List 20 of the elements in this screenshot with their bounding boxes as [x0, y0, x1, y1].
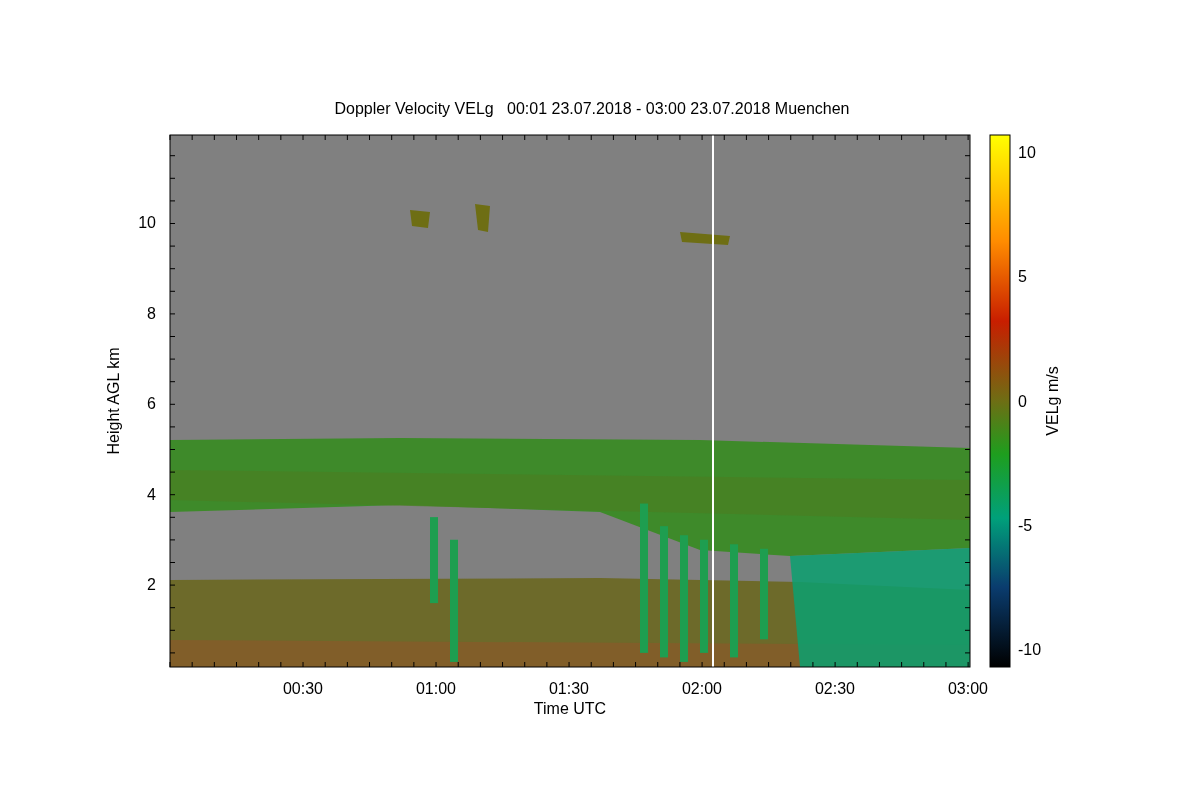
y-axis-label: Height AGL km [105, 347, 122, 455]
y-tick-label: 4 [147, 485, 156, 503]
y-tick-label: 10 [138, 214, 156, 231]
x-tick-label: 00:30 [283, 680, 323, 697]
colorbar-label: VELg m/s [1044, 366, 1061, 436]
y-tick-label: 8 [147, 304, 156, 322]
x-tick-label: 02:30 [815, 680, 855, 697]
x-axis-label: Time UTC [533, 700, 607, 717]
x-tick-label: 03:00 [948, 680, 988, 697]
colorbar-tick-label: -5 [1018, 516, 1033, 534]
colorbar-tick-label: 10 [1018, 144, 1036, 161]
y-tick-label: 2 [147, 576, 156, 593]
colorbar-tick-label: -10 [1018, 641, 1042, 659]
x-tick-label: 01:00 [416, 680, 456, 697]
chart-title: Doppler Velocity VELg 00:01 23.07.2018 - 03:00 23.07.2018 Muenchen [334, 100, 850, 117]
colorbar-tick-label: 5 [1018, 268, 1027, 286]
x-tick-label: 01:30 [549, 680, 589, 697]
y-tick-label: 6 [147, 395, 156, 412]
x-tick-label: 02:00 [682, 680, 722, 697]
colorbar-tick-label: 0 [1018, 392, 1027, 410]
